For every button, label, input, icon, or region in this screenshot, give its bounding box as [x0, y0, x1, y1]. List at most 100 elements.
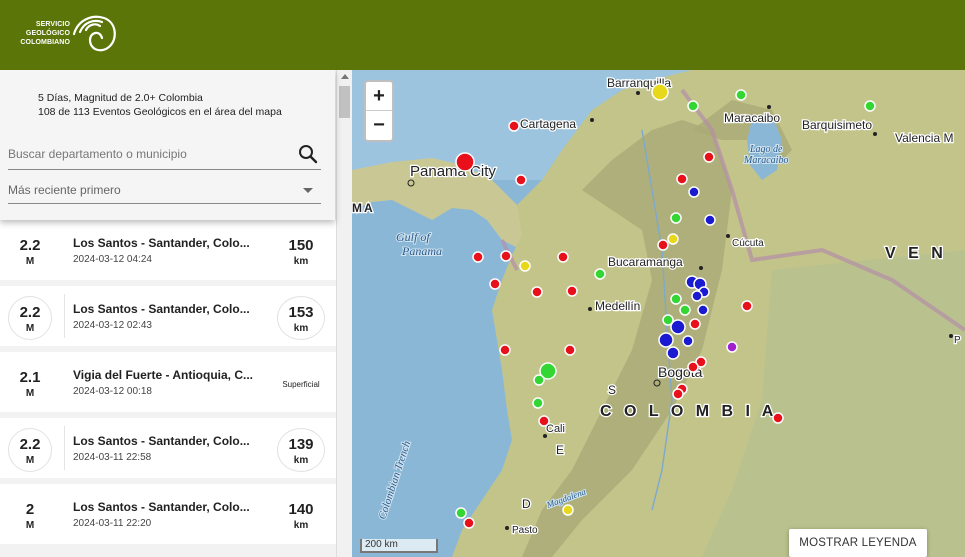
sort-select[interactable]: Más reciente primero — [8, 178, 321, 204]
spiral-logo-icon — [72, 15, 116, 52]
quake-marker-red[interactable] — [689, 318, 701, 330]
quake-marker-red[interactable] — [455, 152, 475, 172]
label-andes-e: E — [556, 443, 564, 457]
quake-marker-red[interactable] — [772, 412, 784, 424]
event-item[interactable]: 2.1 M Vigia del Fuerte - Antioquia, C...… — [0, 352, 336, 412]
scroll-up-arrow-icon[interactable] — [341, 74, 349, 79]
event-item[interactable]: 2.2 M Los Santos - Santander, Colo... 20… — [0, 418, 336, 478]
quake-marker-red[interactable] — [741, 300, 753, 312]
quake-marker-yellow[interactable] — [667, 233, 679, 245]
label-panama-city: Panama City — [410, 163, 496, 180]
quake-marker-red[interactable] — [557, 251, 569, 263]
quake-marker-purple[interactable] — [726, 341, 738, 353]
quake-marker-blue[interactable] — [688, 186, 700, 198]
quake-marker-red[interactable] — [531, 286, 543, 298]
magnitude-value: 2.2 — [19, 436, 41, 453]
quake-marker-red[interactable] — [500, 250, 512, 262]
zoom-control: + − — [364, 80, 394, 142]
magnitude-badge: 2.2 M — [8, 230, 52, 274]
city-dot — [873, 132, 877, 136]
quake-marker-red[interactable] — [515, 174, 527, 186]
quake-marker-green[interactable] — [670, 293, 682, 305]
quake-marker-red[interactable] — [472, 251, 484, 263]
quake-marker-red[interactable] — [508, 120, 520, 132]
search-icon[interactable] — [297, 143, 319, 165]
label-bucaramanga: Bucaramanga — [608, 255, 683, 269]
depth-value: 140 — [288, 501, 314, 518]
city-dot — [505, 526, 509, 530]
search-input[interactable] — [8, 142, 288, 166]
divider — [64, 426, 65, 470]
quake-marker-green[interactable] — [594, 268, 606, 280]
depth-unit: km — [293, 323, 309, 334]
quake-marker-blue[interactable] — [697, 304, 709, 316]
magnitude-unit: M — [25, 323, 35, 334]
magnitude-value: 2.2 — [19, 237, 41, 254]
map-canvas[interactable]: Barranquilla Cartagena Maracaibo Barquis… — [352, 70, 965, 557]
quake-marker-yellow[interactable] — [519, 260, 531, 272]
quake-marker-red[interactable] — [499, 344, 511, 356]
city-dot — [767, 105, 771, 109]
quake-marker-red[interactable] — [657, 239, 669, 251]
label-venezuela: V E N — [885, 245, 947, 262]
depth-value: 153 — [288, 304, 314, 321]
city-dot — [699, 266, 703, 270]
quake-marker-blue[interactable] — [670, 319, 686, 335]
quake-marker-blue[interactable] — [682, 335, 694, 347]
quake-marker-green[interactable] — [532, 397, 544, 409]
sgc-logo[interactable]: SERVICIO GEOLÓGICO COLOMBIANO — [14, 12, 124, 56]
quake-marker-green[interactable] — [864, 100, 876, 112]
quake-marker-red[interactable] — [564, 344, 576, 356]
event-item[interactable]: 2 M Los Santos - Santander, Colo... 2024… — [0, 484, 336, 544]
magnitude-badge: 2.2 M — [8, 296, 52, 340]
zoom-out-button[interactable]: − — [366, 111, 392, 140]
quake-marker-green[interactable] — [455, 507, 467, 519]
zoom-in-button[interactable]: + — [366, 82, 392, 111]
quake-marker-green[interactable] — [679, 304, 691, 316]
depth-unit: km — [293, 455, 309, 466]
label-gulf-1: Gulf of — [396, 230, 431, 244]
magnitude-value: 2 — [25, 501, 35, 518]
quake-marker-red[interactable] — [538, 415, 550, 427]
quake-marker-green[interactable] — [735, 89, 747, 101]
sidebar-scrollbar[interactable] — [336, 70, 352, 557]
summary-count: 108 de 113 Eventos Geológicos en el área… — [38, 106, 282, 118]
quake-marker-green[interactable] — [533, 374, 545, 386]
city-dot — [726, 234, 730, 238]
label-barquisimeto: Barquisimeto — [802, 118, 872, 132]
quake-marker-blue[interactable] — [691, 290, 703, 302]
event-date: 2024-03-11 22:58 — [73, 452, 152, 463]
quake-marker-yellow[interactable] — [651, 83, 669, 101]
quake-marker-red[interactable] — [672, 388, 684, 400]
show-legend-button[interactable]: MOSTRAR LEYENDA — [789, 529, 927, 557]
filter-panel: 5 Días, Magnitud de 2.0+ Colombia 108 de… — [0, 70, 335, 220]
quake-marker-green[interactable] — [687, 100, 699, 112]
city-dot — [588, 307, 592, 311]
quake-marker-green[interactable] — [670, 212, 682, 224]
depth-unit: km — [293, 256, 309, 267]
magnitude-unit: M — [25, 388, 35, 399]
quake-marker-red[interactable] — [703, 151, 715, 163]
event-date: 2024-03-12 04:24 — [73, 254, 152, 265]
quake-marker-red[interactable] — [489, 278, 501, 290]
event-item[interactable]: 2.2 M Los Santos - Santander, Colo... 20… — [0, 220, 336, 280]
magnitude-unit: M — [25, 256, 35, 267]
quake-marker-red[interactable] — [676, 173, 688, 185]
quake-marker-blue[interactable] — [704, 214, 716, 226]
quake-marker-red[interactable] — [463, 517, 475, 529]
label-medellin: Medellín — [595, 299, 640, 313]
scale-bar: 200 km — [360, 539, 438, 553]
magnitude-unit: M — [25, 520, 35, 531]
scroll-thumb[interactable] — [339, 86, 350, 118]
quake-marker-blue[interactable] — [666, 346, 680, 360]
quake-marker-blue[interactable] — [658, 332, 674, 348]
quake-marker-yellow[interactable] — [562, 504, 574, 516]
quake-marker-red[interactable] — [566, 285, 578, 297]
quake-marker-red[interactable] — [687, 361, 699, 373]
event-item[interactable]: 2.2 M Los Santos - Santander, Colo... 20… — [0, 286, 336, 346]
magnitude-value: 2.1 — [19, 369, 41, 386]
earthquake-map[interactable]: Barranquilla Cartagena Maracaibo Barquis… — [352, 70, 965, 557]
label-valencia: Valencia M — [895, 131, 953, 145]
depth-badge: 140 km — [277, 494, 325, 538]
label-ma: MA — [352, 201, 375, 215]
